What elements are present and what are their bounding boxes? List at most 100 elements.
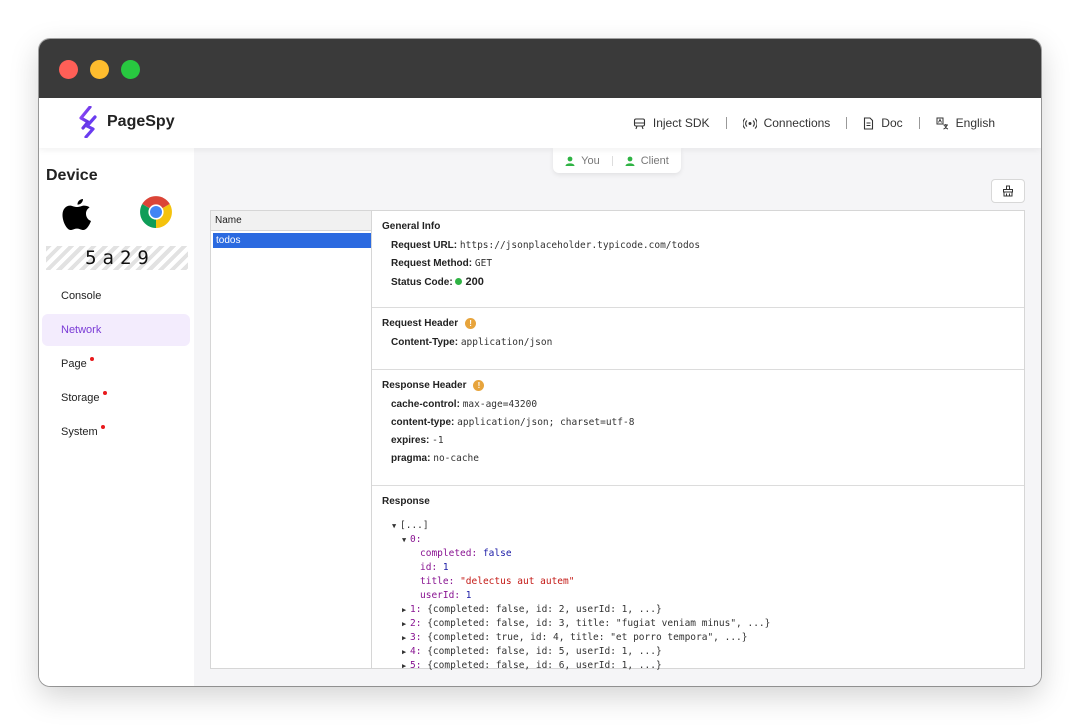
general-info-section: General Info Request URL: https://jsonpl… [372,211,1024,308]
header-key: cache-control: [391,399,460,410]
device-title: Device [46,167,98,184]
collapsed-arrow-icon: ▶ [402,634,407,642]
header-value: no-cache [433,453,479,464]
json-key: 2: [410,618,422,629]
app-header: PageSpy Inject SDK Connections Doc Engli… [39,98,1041,148]
json-field: userId: 1 [382,589,1014,603]
role-label: You [581,154,600,167]
nav-label: Doc [881,116,903,130]
header-key: Content-Type: [391,337,459,348]
header-key: content-type: [391,417,455,428]
notification-dot [89,357,94,361]
field-label: Request Method: [391,258,473,269]
clear-button[interactable] [991,179,1025,203]
json-node[interactable]: ▶ 5: {completed: false, id: 6, userId: 1,… [382,659,1014,673]
json-key: title: [420,576,455,587]
logo[interactable]: PageSpy [77,106,175,138]
notification-dot [102,391,107,395]
field-label: Request URL: [391,240,458,251]
json-node[interactable]: ▼ 0: [382,533,1014,547]
notification-dot [100,425,105,429]
section-title: Response [382,495,430,507]
request-row[interactable]: todos [213,233,371,248]
json-field: completed: false [382,547,1014,561]
nav-inject-sdk[interactable]: Inject SDK [633,116,710,130]
apple-icon [62,199,91,230]
connections-icon [742,117,757,129]
nav-language[interactable]: English [936,116,995,130]
role-label: Client [640,154,669,167]
field-label: Status Code: [391,277,453,288]
request-url-value: https://jsonplaceholder.typicode.com/tod… [459,240,701,251]
response-header-section: Response Header! cache-control: max-age=… [372,370,1024,486]
expanded-arrow-icon: ▼ [392,522,397,530]
header-value: application/json; charset=utf-8 [457,417,635,428]
app-name: PageSpy [107,113,175,130]
sidebar-item-page[interactable]: Page [42,348,190,380]
response-json-tree: ▼ [...] ▼ 0: completed: false id: 1 title:… [382,519,1014,673]
network-panel: Name todos General Info Request URL: htt… [210,210,1025,671]
json-key: 0: [410,534,422,545]
expanded-arrow-icon: ▼ [402,536,407,544]
json-preview: {completed: false, id: 2, userId: 1, ...… [427,604,662,615]
info-icon[interactable]: ! [473,379,485,391]
request-header-section: Request Header! Content-Type: applicatio… [372,308,1024,370]
json-node[interactable]: ▶ 3: {completed: true, id: 4, title: "et … [382,631,1014,645]
json-value: "delectus aut autem" [460,576,575,587]
json-node[interactable]: ▶ 4: {completed: false, id: 5, userId: 1,… [382,645,1014,659]
nav-doc[interactable]: Doc [863,116,903,130]
header-key: pragma: [391,453,431,464]
request-detail: General Info Request URL: https://jsonpl… [372,211,1024,671]
json-preview: {completed: false, id: 3, title: "fugiat… [427,618,771,629]
header-value: application/json [460,337,553,348]
status-code-row: Status Code: 200 [391,273,1014,291]
chrome-icon [140,196,172,228]
json-field: title: "delectus aut autem" [382,575,1014,589]
sidebar-item-network[interactable]: Network [42,314,190,346]
role-toggle: You Client [553,148,681,173]
json-root[interactable]: ▼ [...] [382,519,1014,533]
collapsed-arrow-icon: ▶ [402,620,407,628]
section-title-text: Request Header [382,317,459,329]
section-title: Response Header! [382,379,1014,391]
minimize-window-button[interactable] [90,60,109,79]
json-value: 1 [442,562,449,573]
section-title: General Info [382,220,441,232]
nav-label: English [955,116,995,130]
role-client[interactable]: Client [625,155,669,167]
broom-icon [1003,185,1013,197]
sidebar-item-label: Console [61,290,102,302]
collapsed-arrow-icon: ▶ [402,648,407,656]
sidebar-item-console[interactable]: Console [42,280,190,312]
nav-divider [846,117,848,129]
nav-connections[interactable]: Connections [742,116,830,130]
sidebar-item-system[interactable]: System [42,416,190,448]
collapsed-arrow-icon: ▶ [402,662,407,670]
top-nav: Inject SDK Connections Doc English [633,98,995,148]
header-value: -1 [432,435,444,446]
info-icon[interactable]: ! [465,317,477,329]
json-preview: {completed: false, id: 6, userId: 1, ...… [427,660,662,671]
header-key: expires: [391,435,430,446]
json-value: 1 [465,590,472,601]
json-value: false [482,548,512,559]
request-method-value: GET [474,258,493,269]
sidebar-item-storage[interactable]: Storage [42,382,190,414]
close-window-button[interactable] [59,60,78,79]
json-key: completed: [420,548,478,559]
json-node[interactable]: ▶ 2: {completed: false, id: 3, title: "fu… [382,617,1014,631]
role-you[interactable]: You [565,155,600,167]
zoom-window-button[interactable] [121,60,140,79]
language-icon [936,117,948,129]
main-content: You Client Name todos General Info Reque… [194,148,1041,686]
sidebar-item-label: System [61,426,98,438]
json-key: 3: [410,632,422,643]
response-section: Response ▼ [...] ▼ 0: completed: false id:… [372,486,1024,673]
json-key: 4: [410,646,422,657]
nav-divider [918,117,920,129]
json-node[interactable]: ▶ 1: {completed: false, id: 2, userId: 1,… [382,603,1014,617]
collapsed-arrow-icon: ▶ [402,606,407,614]
request-method-row: Request Method: GET [391,255,1014,273]
header-row: content-type: application/json; charset=… [391,414,1014,432]
list-header: Name [211,211,371,231]
